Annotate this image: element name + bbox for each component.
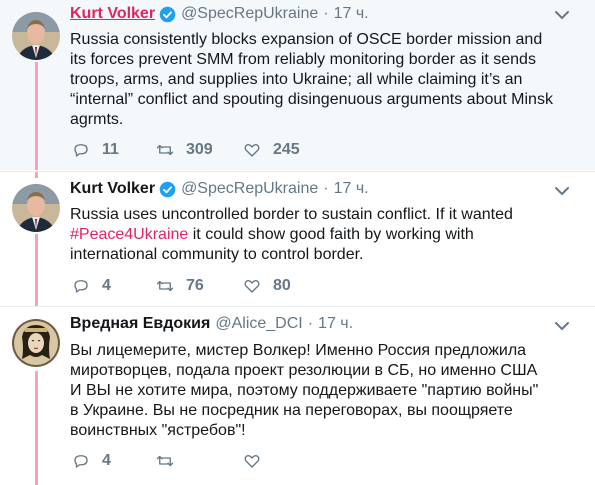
- thread-line: [35, 62, 38, 170]
- separator-dot: ·: [323, 5, 329, 22]
- tweet-text: Russia consistently blocks expansion of …: [70, 30, 570, 130]
- chevron-down-icon[interactable]: [555, 321, 569, 331]
- author-handle[interactable]: @Alice_DCI: [215, 315, 302, 333]
- tweet-actions: 11 309 245: [70, 141, 370, 163]
- reply-button[interactable]: 11: [72, 141, 119, 159]
- tweet-text-line: миротворцев, подала проект резолюции в С…: [70, 362, 538, 379]
- tweet-text-line: “internal” conflict and spouting disinge…: [70, 91, 553, 108]
- tweet-header: Kurt Volker @SpecRepUkraine · 17 ч.: [70, 178, 369, 200]
- reply-icon: [74, 280, 88, 293]
- tweet-text-line: воинствных "ястребов"!: [70, 422, 246, 439]
- retweet-button[interactable]: 76: [156, 277, 204, 295]
- avatar-kurt-volker[interactable]: [12, 12, 60, 60]
- like-icon: [244, 144, 260, 157]
- author-name[interactable]: Kurt Volker: [70, 5, 155, 23]
- avatar-kurt-volker[interactable]: [12, 184, 60, 232]
- tweet-1[interactable]: Kurt Volker @SpecRepUkraine · 17 ч. Russ…: [0, 0, 595, 170]
- tweet-3[interactable]: Вредная Евдокия @Alice_DCI · 17 ч. Вы ли…: [0, 306, 595, 485]
- tweet-header: Вредная Евдокия @Alice_DCI · 17 ч.: [70, 313, 353, 335]
- reply-icon: [74, 455, 88, 468]
- like-count: 80: [273, 277, 291, 294]
- tweet-2[interactable]: Kurt Volker @SpecRepUkraine · 17 ч. Russ…: [0, 171, 595, 306]
- like-count: 245: [273, 141, 300, 158]
- tweet-text-line: agrmts.: [70, 111, 124, 128]
- reply-icon: [74, 144, 88, 157]
- thread-line: [35, 172, 38, 178]
- chevron-down-icon[interactable]: [555, 186, 569, 196]
- tweet-actions: 4: [70, 452, 370, 474]
- retweet-icon: [156, 455, 174, 467]
- avatar-alice-dci[interactable]: [12, 319, 60, 367]
- like-button[interactable]: 245: [243, 141, 300, 159]
- reply-count: 11: [102, 141, 119, 158]
- tweet-text: Вы лицемерите, мистер Волкер! Именно Рос…: [70, 341, 570, 441]
- hashtag-link[interactable]: #Peace4Ukraine: [70, 226, 188, 243]
- timestamp[interactable]: 17 ч.: [318, 315, 353, 333]
- separator-dot: ·: [323, 180, 329, 197]
- tweet-header: Kurt Volker @SpecRepUkraine · 17 ч.: [70, 3, 369, 25]
- tweet-text-line: Russia consistently blocks expansion of …: [70, 31, 543, 48]
- retweet-button[interactable]: [156, 452, 186, 470]
- like-icon: [244, 280, 260, 293]
- like-button[interactable]: [243, 452, 273, 470]
- like-button[interactable]: 80: [243, 277, 291, 295]
- author-name[interactable]: Вредная Евдокия: [70, 315, 210, 333]
- retweet-icon: [156, 144, 174, 156]
- timestamp[interactable]: 17 ч.: [334, 180, 369, 198]
- like-icon: [244, 455, 260, 468]
- tweet-text-line: в Украине. Вы не посредник на переговора…: [70, 402, 513, 419]
- tweet-text-line: И ВЫ не хотите мира, поэтому поддерживае…: [70, 382, 539, 399]
- thread-line: [35, 371, 38, 485]
- author-handle[interactable]: @SpecRepUkraine: [181, 180, 318, 198]
- thread-line: [35, 234, 38, 306]
- tweet-text: Russia uses uncontrolled border to susta…: [70, 205, 570, 265]
- tweet-text-line: Вы лицемерите, мистер Волкер! Именно Рос…: [70, 342, 527, 359]
- tweet-text-fragment: it could show good faith by working with: [188, 226, 474, 243]
- reply-count: 4: [102, 452, 111, 469]
- tweet-text-line: Russia uses uncontrolled border to susta…: [70, 206, 513, 223]
- author-handle[interactable]: @SpecRepUkraine: [181, 5, 318, 23]
- verified-badge-icon: [159, 181, 176, 197]
- reply-count: 4: [102, 277, 111, 294]
- author-name[interactable]: Kurt Volker: [70, 180, 155, 198]
- tweet-actions: 4 76 80: [70, 277, 370, 299]
- retweet-count: 76: [186, 277, 204, 294]
- retweet-count: 309: [186, 141, 213, 158]
- separator-dot: ·: [307, 315, 314, 332]
- verified-badge-icon: [159, 6, 176, 22]
- reply-button[interactable]: 4: [72, 277, 111, 295]
- retweet-button[interactable]: 309: [156, 141, 213, 159]
- retweet-icon: [156, 280, 174, 292]
- tweet-text-line: its forces prevent SMM from reliably mon…: [70, 51, 536, 68]
- tweet-text-line: troops, arms, and supplies into Ukraine;…: [70, 71, 523, 88]
- chevron-down-icon[interactable]: [555, 10, 569, 20]
- timestamp[interactable]: 17 ч.: [334, 5, 369, 23]
- tweet-text-line: international community to control borde…: [70, 246, 364, 263]
- tweet-text-line: #Peace4Ukraine it could show good faith …: [70, 225, 570, 245]
- reply-button[interactable]: 4: [72, 452, 111, 470]
